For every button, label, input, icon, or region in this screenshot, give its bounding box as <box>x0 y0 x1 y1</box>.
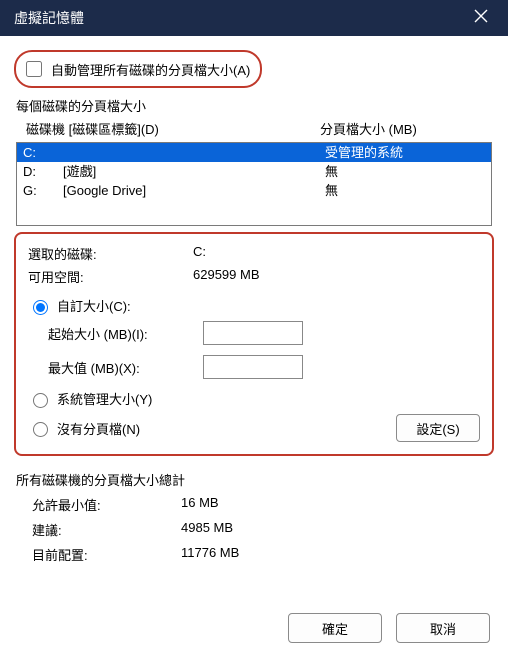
min-allowed-label: 允許最小值: <box>16 495 181 514</box>
min-allowed-row: 允許最小值: 16 MB <box>16 495 492 514</box>
radio-custom-input[interactable] <box>33 300 48 315</box>
auto-manage-input[interactable] <box>26 61 42 77</box>
recommended-value: 4985 MB <box>181 520 233 539</box>
drive-pagefile-size: 無 <box>325 163 485 180</box>
radio-system-managed[interactable]: 系統管理大小(Y) <box>28 389 480 408</box>
drive-letter: C: <box>23 144 63 161</box>
radio-none-label: 沒有分頁檔(N) <box>57 419 140 438</box>
drive-label: [Google Drive] <box>63 182 325 199</box>
col-header-size: 分頁檔大小 (MB) <box>320 119 490 138</box>
drive-listbox[interactable]: C:受管理的系統D:[遊戲]無G:[Google Drive]無 <box>16 142 492 226</box>
cancel-button[interactable]: 取消 <box>396 613 490 643</box>
set-button[interactable]: 設定(S) <box>396 414 480 442</box>
radio-custom-size[interactable]: 自訂大小(C): <box>28 296 480 315</box>
list-item[interactable]: D:[遊戲]無 <box>17 162 491 181</box>
dialog-footer: 確定 取消 <box>288 601 504 657</box>
selected-drive-label: 選取的磁碟: <box>28 244 193 263</box>
current-row: 目前配置: 11776 MB <box>16 545 492 564</box>
drive-label <box>63 144 325 161</box>
per-drive-group-label: 每個磁碟的分頁檔大小 <box>16 96 494 115</box>
free-space-value: 629599 MB <box>193 267 480 286</box>
auto-manage-label: 自動管理所有磁碟的分頁檔大小(A) <box>51 60 250 79</box>
min-allowed-value: 16 MB <box>181 495 219 514</box>
drive-letter: D: <box>23 163 63 180</box>
max-size-row: 最大值 (MB)(X): <box>48 355 480 379</box>
current-value: 11776 MB <box>181 545 239 564</box>
recommended-label: 建議: <box>16 520 181 539</box>
ok-button[interactable]: 確定 <box>288 613 382 643</box>
totals-group: 所有磁碟機的分頁檔大小總計 允許最小值: 16 MB 建議: 4985 MB 目… <box>16 470 492 564</box>
list-column-headers: 磁碟機 [磁碟區標籤](D) 分頁檔大小 (MB) <box>14 119 494 142</box>
current-label: 目前配置: <box>16 545 181 564</box>
initial-size-row: 起始大小 (MB)(I): <box>48 321 480 345</box>
no-pagefile-row: 沒有分頁檔(N) 設定(S) <box>28 414 480 442</box>
auto-manage-highlight: 自動管理所有磁碟的分頁檔大小(A) <box>14 50 262 88</box>
dialog-body: 自動管理所有磁碟的分頁檔大小(A) 每個磁碟的分頁檔大小 磁碟機 [磁碟區標籤]… <box>0 36 508 584</box>
list-item[interactable]: G:[Google Drive]無 <box>17 181 491 200</box>
radio-no-pagefile[interactable]: 沒有分頁檔(N) <box>28 419 140 438</box>
drive-label: [遊戲] <box>63 163 325 180</box>
selected-drive-row: 選取的磁碟: C: <box>28 244 480 263</box>
free-space-label: 可用空間: <box>28 267 193 286</box>
drive-settings-highlight: 選取的磁碟: C: 可用空間: 629599 MB 自訂大小(C): 起始大小 … <box>14 232 494 456</box>
drive-pagefile-size: 無 <box>325 182 485 199</box>
list-item[interactable]: C: 受管理的系統 <box>17 143 491 162</box>
radio-custom-label: 自訂大小(C): <box>57 296 131 315</box>
auto-manage-checkbox[interactable]: 自動管理所有磁碟的分頁檔大小(A) <box>22 58 250 80</box>
totals-label: 所有磁碟機的分頁檔大小總計 <box>16 470 492 489</box>
col-header-drive: 磁碟機 [磁碟區標籤](D) <box>26 119 320 138</box>
initial-size-input[interactable] <box>203 321 303 345</box>
close-icon[interactable] <box>466 5 496 32</box>
radio-none-input[interactable] <box>33 422 48 437</box>
selected-drive-value: C: <box>193 244 480 263</box>
titlebar: 虛擬記憶體 <box>0 0 508 36</box>
window-title: 虛擬記憶體 <box>14 8 84 28</box>
initial-size-label: 起始大小 (MB)(I): <box>48 324 203 343</box>
free-space-row: 可用空間: 629599 MB <box>28 267 480 286</box>
radio-system-label: 系統管理大小(Y) <box>57 389 152 408</box>
drive-letter: G: <box>23 182 63 199</box>
recommended-row: 建議: 4985 MB <box>16 520 492 539</box>
radio-system-input[interactable] <box>33 393 48 408</box>
max-size-input[interactable] <box>203 355 303 379</box>
drive-pagefile-size: 受管理的系統 <box>325 144 485 161</box>
max-size-label: 最大值 (MB)(X): <box>48 358 203 377</box>
